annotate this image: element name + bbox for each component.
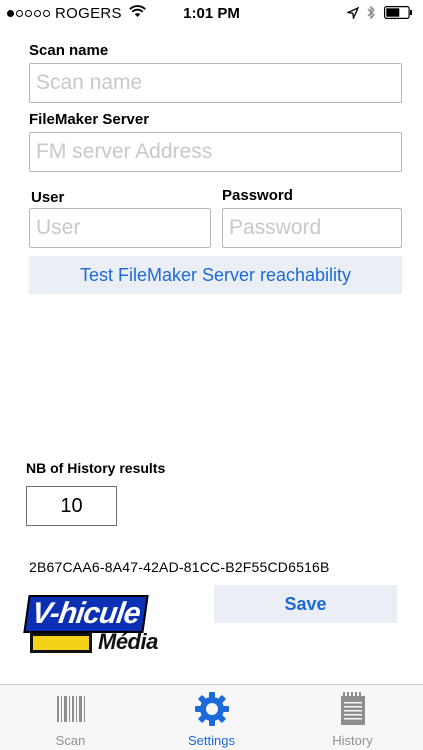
tab-scan[interactable]: Scan [0,685,141,750]
user-input[interactable] [29,208,211,248]
history-results-input[interactable] [26,486,117,526]
test-reachability-button[interactable]: Test FileMaker Server reachability [29,256,402,294]
password-label: Password [222,187,293,204]
logo-yellow-bar [30,633,92,653]
tab-settings[interactable]: Settings [141,685,282,750]
history-results-label: NB of History results [26,460,166,476]
scan-name-input[interactable] [29,63,402,103]
bluetooth-icon [367,5,376,24]
logo-bottom-text: Média [98,629,158,654]
status-bar: ROGERS 1:01 PM [0,0,423,28]
filemaker-server-label: FileMaker Server [29,111,150,128]
vhicule-media-logo: V-hicule Média [23,595,172,659]
gear-icon [194,692,230,726]
tab-history[interactable]: History [282,685,423,750]
tab-bar: Scan Settings History [0,684,423,750]
device-id: 2B67CAA6-8A47-42AD-81CC-B2F55CD6516B [29,559,330,575]
tab-scan-label: Scan [55,733,86,748]
notepad-icon [339,692,367,725]
user-label: User [31,189,65,206]
server-address-input[interactable] [29,132,402,172]
status-right [345,5,413,24]
logo-top-text: V-hicule [23,595,149,633]
tab-history-label: History [332,733,373,748]
location-arrow-icon [345,6,360,23]
tab-settings-label: Settings [188,733,235,748]
scan-name-label: Scan name [29,42,109,59]
password-input[interactable] [222,208,402,248]
barcode-icon [55,693,87,725]
save-button[interactable]: Save [214,585,397,623]
battery-icon [384,6,413,23]
